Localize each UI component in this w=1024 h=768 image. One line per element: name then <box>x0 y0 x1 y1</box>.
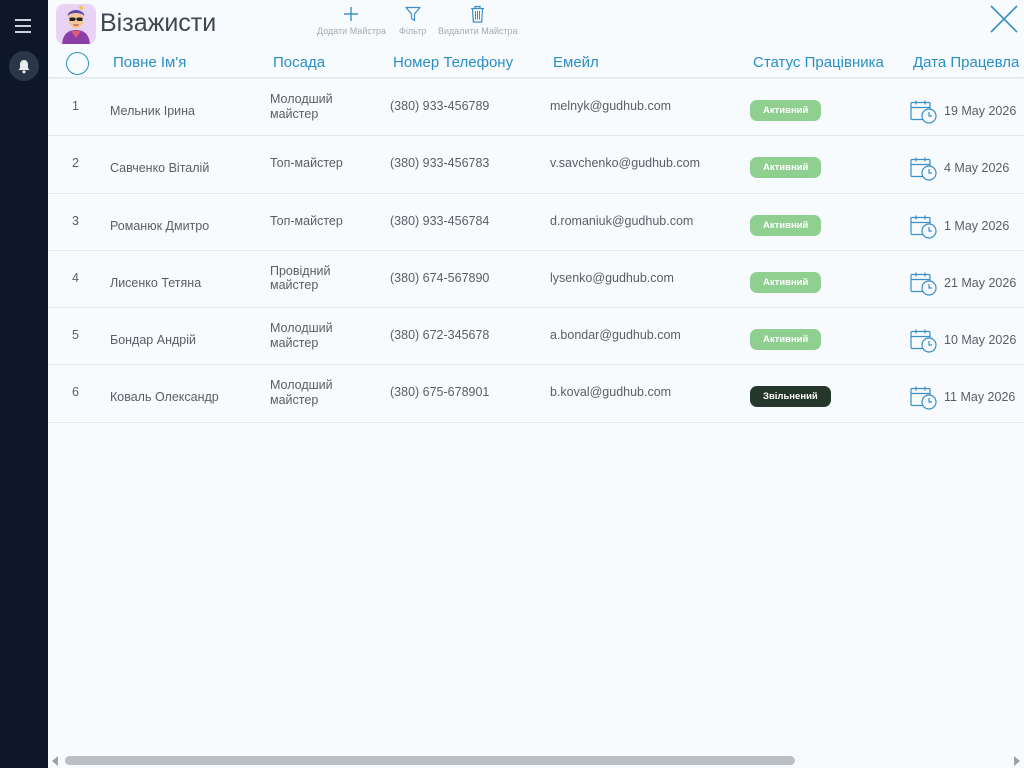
email: b.koval@gudhub.com <box>550 385 672 400</box>
table-row[interactable]: 1 Мельник Ірина Молодший майстер (380) 9… <box>48 79 1024 137</box>
main-panel: Візажисти Додати Майстра Фільтр Видалити… <box>48 0 1024 768</box>
bell-icon[interactable] <box>9 51 39 81</box>
column-header-status[interactable]: Статус Працівника <box>753 54 884 71</box>
status-badge: Активний <box>750 157 822 179</box>
row-number: 6 <box>72 385 79 400</box>
row-number: 5 <box>72 328 79 343</box>
phone-number: (380) 675-678901 <box>390 385 490 400</box>
status-badge: Активний <box>750 100 822 121</box>
hamburger-icon[interactable] <box>14 19 34 35</box>
full-name: Лисенко Тетяна <box>110 275 202 290</box>
hire-date: 1 May 2026 <box>944 218 1010 233</box>
email: d.romaniuk@gudhub.com <box>550 213 694 228</box>
column-header-hire-date[interactable]: Дата Працевла <box>913 54 1019 71</box>
position: Топ-майстер <box>270 213 343 228</box>
email: melnyk@gudhub.com <box>550 99 672 113</box>
filter-icon <box>403 3 423 25</box>
position: Провідний майстер <box>270 263 331 293</box>
delete-master-button[interactable]: Видалити Майстра <box>438 3 517 36</box>
phone-number: (380) 933-456784 <box>390 213 490 228</box>
left-sidebar <box>0 0 48 768</box>
position: Молодший майстер <box>270 92 333 121</box>
horizontal-scrollbar[interactable] <box>48 754 1024 768</box>
page-title: Візажисти <box>100 9 217 37</box>
email: v.savchenko@gudhub.com <box>550 156 701 171</box>
column-header-name[interactable]: Повне Ім'я <box>113 54 186 71</box>
hire-date: 21 May 2026 <box>944 275 1017 290</box>
table-header: Повне Ім'я Посада Номер Телефону Емейл С… <box>48 47 1024 78</box>
row-number: 4 <box>72 270 79 285</box>
status-badge: Активний <box>750 271 822 293</box>
table-row[interactable]: 5 Бондар Андрій Молодший майстер (380) 6… <box>48 308 1024 366</box>
column-header-phone[interactable]: Номер Телефону <box>393 54 513 71</box>
calendar-clock-icon <box>910 157 937 181</box>
scroll-left-arrow-icon[interactable] <box>52 756 58 766</box>
phone-number: (380) 672-345678 <box>390 328 490 343</box>
add-master-button[interactable]: Додати Майстра <box>317 3 386 36</box>
scrollbar-thumb[interactable] <box>65 756 795 765</box>
calendar-clock-icon <box>910 329 937 353</box>
email: a.bondar@gudhub.com <box>550 328 681 343</box>
full-name: Мельник Ірина <box>110 104 195 118</box>
status-badge: Активний <box>750 329 822 351</box>
phone-number: (380) 933-456789 <box>390 99 490 113</box>
hire-date: 4 May 2026 <box>944 161 1010 176</box>
hire-date: 19 May 2026 <box>944 104 1017 118</box>
table-row[interactable]: 6 Коваль Олександр Молодший майстер (380… <box>48 365 1024 423</box>
position: Молодший майстер <box>270 378 333 407</box>
scroll-right-arrow-icon[interactable] <box>1014 756 1020 766</box>
plus-icon <box>341 3 361 25</box>
calendar-clock-icon <box>910 386 937 411</box>
table-row[interactable]: 2 Савченко Віталій Топ-майстер (380) 933… <box>48 136 1024 194</box>
position: Топ-майстер <box>270 156 343 171</box>
table-body: 1 Мельник Ірина Молодший майстер (380) 9… <box>48 79 1024 423</box>
row-number: 3 <box>72 213 79 228</box>
row-number: 2 <box>72 156 79 171</box>
full-name: Бондар Андрій <box>110 333 196 348</box>
table-row[interactable]: 3 Романюк Дмитро Топ-майстер (380) 933-4… <box>48 193 1024 251</box>
select-all-checkbox[interactable] <box>66 52 89 75</box>
full-name: Савченко Віталій <box>110 161 210 176</box>
position: Молодший майстер <box>270 321 333 350</box>
close-icon[interactable] <box>989 4 1019 34</box>
table-row[interactable]: 4 Лисенко Тетяна Провідний майстер (380)… <box>48 250 1024 309</box>
hire-date: 10 May 2026 <box>944 333 1017 348</box>
makeup-artist-avatar-icon <box>56 4 96 44</box>
status-badge: Звільнений <box>750 386 831 408</box>
column-header-email[interactable]: Емейл <box>553 54 599 71</box>
calendar-clock-icon <box>910 215 937 239</box>
status-badge: Активний <box>750 214 822 236</box>
hire-date: 11 May 2026 <box>944 390 1016 405</box>
phone-number: (380) 674-567890 <box>390 270 490 285</box>
column-header-position[interactable]: Посада <box>273 54 325 71</box>
phone-number: (380) 933-456783 <box>390 156 490 171</box>
calendar-clock-icon <box>910 100 937 124</box>
full-name: Романюк Дмитро <box>110 218 210 233</box>
filter-button[interactable]: Фільтр <box>399 3 426 36</box>
email: lysenko@gudhub.com <box>550 270 674 285</box>
calendar-clock-icon <box>910 272 937 296</box>
full-name: Коваль Олександр <box>110 390 219 405</box>
trash-icon <box>468 3 488 25</box>
row-number: 1 <box>72 99 79 113</box>
